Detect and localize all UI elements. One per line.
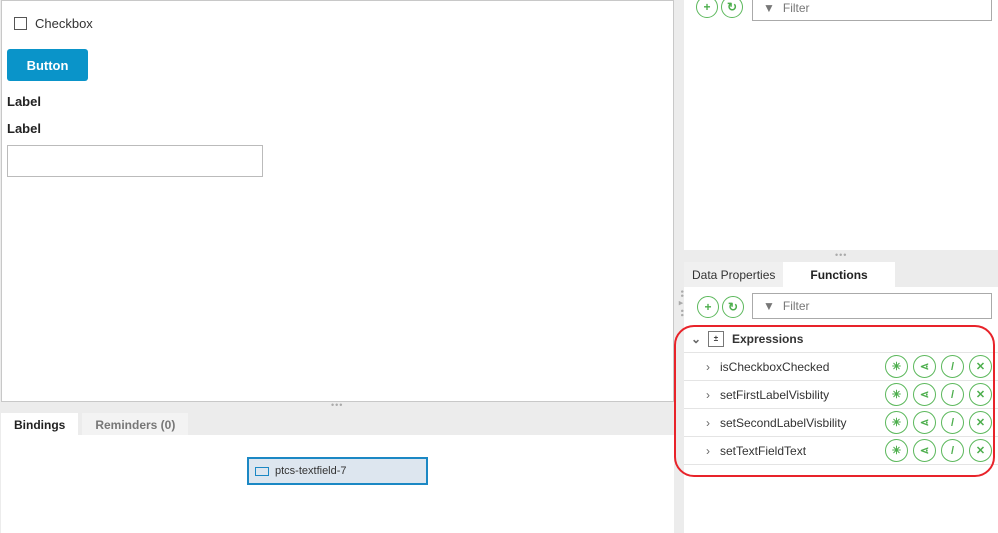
tab-reminders[interactable]: Reminders (0) [82, 413, 189, 436]
binding-chip[interactable]: ptcs-textfield-7 [247, 457, 428, 485]
tab-data-properties[interactable]: Data Properties [684, 262, 784, 287]
tab-bindings[interactable]: Bindings [1, 413, 79, 436]
upper-filter-input[interactable]: ▼ Filter [752, 0, 992, 21]
tab-functions[interactable]: Functions [783, 262, 895, 287]
upper-filter-placeholder: Filter [782, 1, 810, 15]
add-icon[interactable]: + [696, 0, 718, 18]
mashup-canvas[interactable] [1, 0, 674, 402]
filter-icon: ▼ [763, 1, 775, 15]
filter-icon: ▼ [763, 299, 775, 313]
label-widget-1: Label [7, 94, 41, 109]
binding-chip-label: ptcs-textfield-7 [275, 465, 347, 477]
upper-right-panel [684, 0, 998, 250]
filter-input[interactable]: ▼ Filter [752, 293, 992, 319]
splitter-handle[interactable]: ••• [331, 400, 343, 410]
splitter-handle-right[interactable]: ••• [835, 250, 847, 260]
checkbox-label: Checkbox [35, 16, 93, 31]
filter-placeholder: Filter [782, 299, 810, 313]
refresh-icon[interactable]: ↻ [722, 296, 744, 318]
checkbox-box[interactable] [14, 17, 27, 30]
textfield-icon [255, 466, 269, 476]
upper-toolbar: + ↻ [696, 0, 743, 18]
refresh-icon[interactable]: ↻ [721, 0, 743, 18]
checkbox-widget[interactable]: Checkbox [14, 16, 93, 31]
textfield-widget[interactable] [7, 145, 263, 177]
highlight-annotation [674, 325, 995, 477]
button-widget[interactable]: Button [7, 49, 88, 81]
add-function-icon[interactable]: + [697, 296, 719, 318]
label-widget-2: Label [7, 121, 41, 136]
